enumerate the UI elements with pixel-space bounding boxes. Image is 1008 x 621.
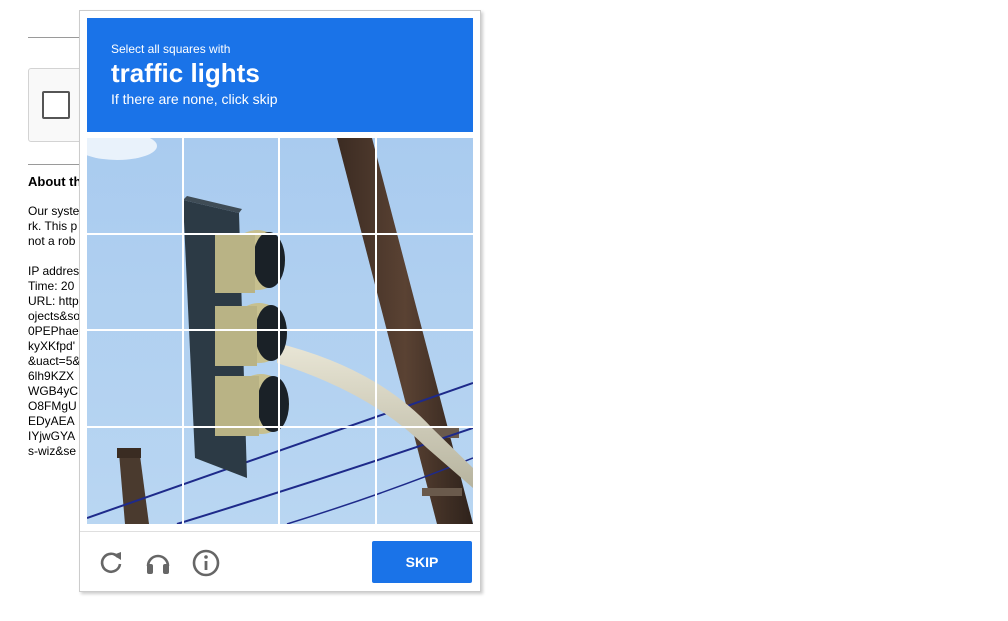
challenge-image-grid xyxy=(87,138,473,524)
grid-tile[interactable] xyxy=(87,138,184,235)
grid-tile[interactable] xyxy=(280,138,377,235)
about-title: About th xyxy=(28,174,82,189)
grid-tile[interactable] xyxy=(87,427,184,524)
grid-tile[interactable] xyxy=(183,234,280,331)
about-text-line: Our syste xyxy=(28,204,80,218)
grid-tile[interactable] xyxy=(87,234,184,331)
tile-grid xyxy=(87,138,473,524)
recaptcha-checkbox[interactable] xyxy=(42,91,70,119)
grid-tile[interactable] xyxy=(87,331,184,428)
about-text-line: IP addres xyxy=(28,264,80,278)
grid-tile[interactable] xyxy=(183,331,280,428)
grid-tile[interactable] xyxy=(376,235,473,331)
about-text-line: not a rob xyxy=(28,234,76,248)
about-text-line: rk. This p xyxy=(28,219,78,233)
about-text-line: s-wiz&se xyxy=(28,444,77,458)
grid-tile[interactable] xyxy=(184,427,280,524)
grid-tile[interactable] xyxy=(377,428,474,525)
grid-tile[interactable] xyxy=(376,138,473,235)
grid-tile[interactable] xyxy=(280,234,377,331)
about-text-line: ojects&so xyxy=(28,309,81,323)
about-text-line: EDyAEA xyxy=(28,414,75,428)
challenge-hint: If there are none, click skip xyxy=(111,91,278,107)
challenge-target: traffic lights xyxy=(111,58,260,88)
grid-tile[interactable] xyxy=(280,331,377,428)
about-text-line: IYjwGYA xyxy=(28,429,76,443)
challenge-header: Select all squares with traffic lights I… xyxy=(87,18,473,132)
info-icon[interactable] xyxy=(191,548,221,578)
footer-divider xyxy=(80,531,480,532)
audio-headphones-icon[interactable] xyxy=(143,548,173,578)
grid-tile[interactable] xyxy=(280,427,377,524)
grid-tile[interactable] xyxy=(183,138,280,235)
about-text-line: 6lh9KZX xyxy=(28,369,75,383)
captcha-challenge-dialog: Select all squares with traffic lights I… xyxy=(79,10,481,592)
about-text-line: 0PEPhae xyxy=(28,324,79,338)
challenge-instruction: Select all squares with xyxy=(111,42,231,56)
reload-icon[interactable] xyxy=(96,548,126,578)
grid-tile[interactable] xyxy=(376,331,473,428)
about-text-line: Time: 20 xyxy=(28,279,75,293)
about-text-line: kyXKfpd' xyxy=(28,339,75,353)
about-text-line: URL: http xyxy=(28,294,79,308)
skip-button[interactable]: SKIP xyxy=(372,541,472,583)
about-text-line: WGB4yC xyxy=(28,384,79,398)
about-text-line: &uact=5& xyxy=(28,354,81,368)
about-text-line: O8FMgU xyxy=(28,399,77,413)
